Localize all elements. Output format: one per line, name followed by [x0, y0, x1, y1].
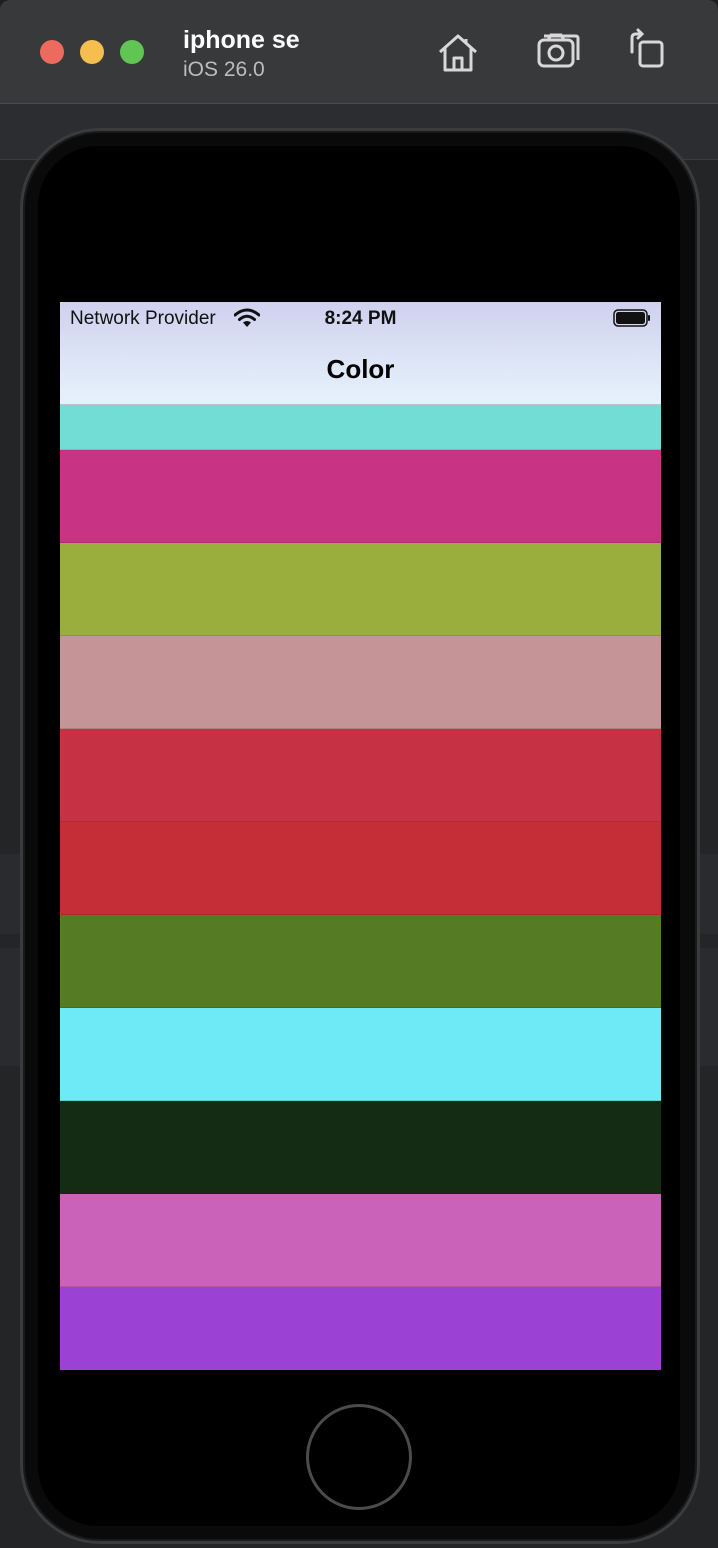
color-row[interactable] [60, 1101, 661, 1194]
color-row[interactable] [60, 729, 661, 822]
screenshot-icon[interactable] [534, 28, 582, 76]
color-row[interactable] [60, 1008, 661, 1101]
battery-icon [613, 309, 651, 327]
color-list[interactable] [60, 405, 661, 1370]
color-row[interactable] [60, 636, 661, 729]
home-button[interactable] [306, 1404, 412, 1510]
color-row[interactable] [60, 822, 661, 915]
home-icon[interactable] [434, 28, 482, 76]
color-row[interactable] [60, 915, 661, 1008]
minimize-window-button[interactable] [80, 40, 104, 64]
app-screen: Network Provider 8:24 PM Color [60, 302, 661, 1370]
color-row[interactable] [60, 543, 661, 636]
close-window-button[interactable] [40, 40, 64, 64]
device-os-version: iOS 26.0 [183, 58, 265, 81]
page-title: Color [326, 354, 395, 384]
rotate-icon[interactable] [624, 28, 672, 76]
color-row[interactable] [60, 1194, 661, 1287]
simulator-title-bar: iphone se iOS 26.0 [0, 0, 718, 104]
color-row[interactable] [60, 405, 661, 450]
color-row[interactable] [60, 1287, 661, 1370]
color-row[interactable] [60, 450, 661, 543]
device-name: iphone se [183, 26, 300, 54]
navigation-bar: Network Provider 8:24 PM Color [60, 302, 661, 405]
maximize-window-button[interactable] [120, 40, 144, 64]
status-time: 8:24 PM [324, 308, 397, 329]
